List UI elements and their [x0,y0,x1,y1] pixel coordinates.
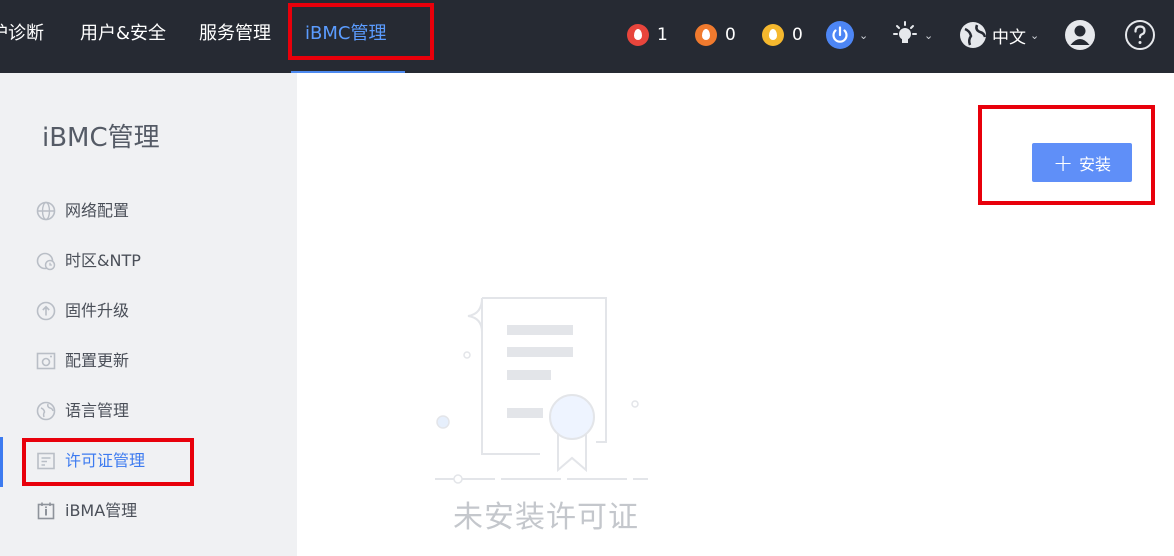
sidebar-item-label: 时区&NTP [65,251,141,270]
minor-alert-count: 0 [792,25,803,45]
minor-alert-counter[interactable]: 0 [762,22,803,48]
major-alert-counter[interactable]: 0 [695,22,736,48]
critical-alert-icon [627,24,649,46]
highlight-box [978,105,1155,205]
sidebar-item-label: iBMA管理 [65,501,138,520]
sidebar-item-ibma-management[interactable]: iBMA管理 [0,493,297,529]
upgrade-icon [36,301,56,321]
major-alert-icon [695,24,717,46]
help-button[interactable] [1124,19,1156,51]
sidebar-item-timezone-ntp[interactable]: 时区&NTP [0,243,297,279]
chevron-down-icon: ⌄ [859,28,869,42]
light-bulb-icon [893,21,917,43]
empty-state-text: 未安装许可证 [453,500,639,535]
user-menu[interactable] [1064,19,1096,51]
sidebar-item-label: 配置更新 [65,351,130,370]
language-label: 中文 [992,27,1026,48]
nav-maintenance-diagnosis[interactable]: 护诊断 [0,20,44,48]
sidebar-title: iBMC管理 [42,123,160,153]
globe-icon [36,201,56,221]
empty-license-illustration [435,297,648,484]
sidebar-active-indicator [0,437,3,487]
language-switcher[interactable]: 中文 ⌄ [958,19,1039,51]
sidebar-item-config-update[interactable]: 配置更新 [0,343,297,379]
sidebar-item-label: 网络配置 [65,201,130,220]
power-menu[interactable]: ⌄ [825,19,868,51]
help-icon [1125,20,1155,50]
globe-icon [960,22,987,48]
power-icon [826,21,854,49]
critical-alert-counter[interactable]: 1 [627,22,668,48]
config-icon [36,352,56,370]
sidebar-item-label: 固件升级 [65,301,130,320]
clock-icon [36,252,56,271]
uid-light-menu[interactable]: ⌄ [890,19,933,51]
sidebar-item-label: 语言管理 [65,401,130,420]
critical-alert-count: 1 [657,25,668,45]
major-alert-count: 0 [725,25,736,45]
chevron-down-icon: ⌄ [1030,28,1040,42]
ibma-icon [37,502,55,520]
sidebar-item-firmware-upgrade[interactable]: 固件升级 [0,293,297,329]
language-icon [36,401,56,421]
sidebar-item-language-management[interactable]: 语言管理 [0,393,297,429]
top-navbar: 护诊断 用户&安全 服务管理 iBMC管理 1 0 0 ⌄ [0,0,1174,73]
nav-service-management[interactable]: 服务管理 [199,20,271,48]
minor-alert-icon [762,24,784,46]
nav-user-security[interactable]: 用户&安全 [80,20,166,48]
highlight-box [22,438,194,486]
chevron-down-icon: ⌄ [924,28,934,42]
highlight-box [288,3,434,60]
user-avatar-icon [1065,20,1095,50]
sidebar-item-network-config[interactable]: 网络配置 [0,193,297,229]
